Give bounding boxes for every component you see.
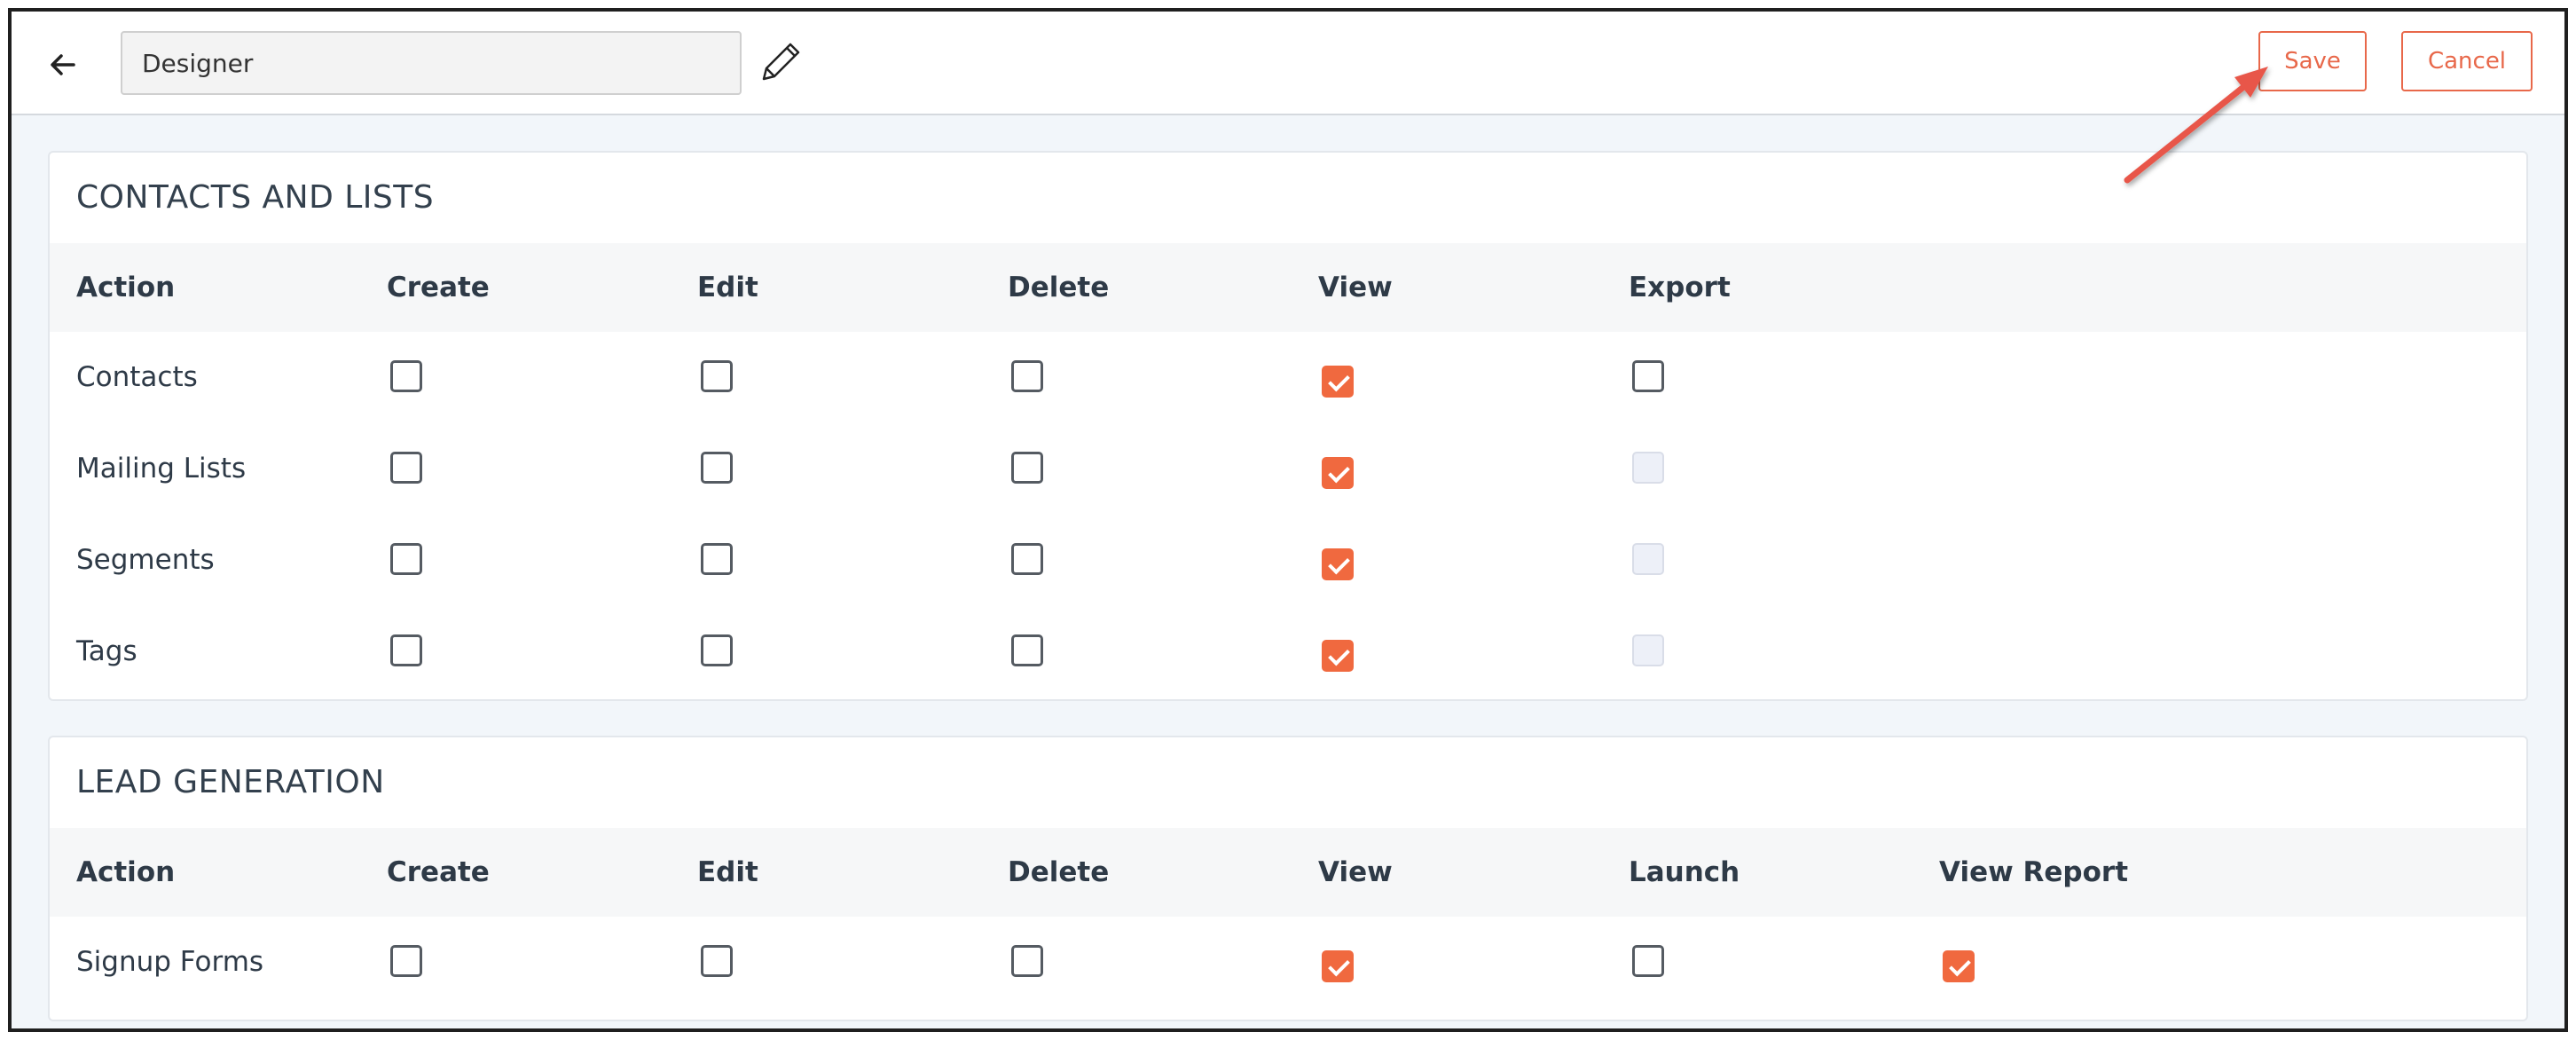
table-row: Segments bbox=[50, 515, 2526, 606]
cancel-button[interactable]: Cancel bbox=[2401, 31, 2533, 91]
contacts-and-lists-panel: CONTACTS AND LISTS Action Create Edit De… bbox=[48, 151, 2528, 701]
column-header-view-report: View Report bbox=[1939, 856, 2129, 888]
checkbox[interactable] bbox=[1632, 360, 1664, 392]
column-header-create: Create bbox=[387, 272, 490, 303]
checkbox[interactable] bbox=[1011, 634, 1043, 666]
checkbox[interactable] bbox=[1011, 452, 1043, 484]
checkbox[interactable] bbox=[390, 634, 422, 666]
column-header-view: View bbox=[1318, 856, 1393, 888]
save-button[interactable]: Save bbox=[2258, 31, 2367, 91]
checkbox[interactable] bbox=[1011, 945, 1043, 977]
checkbox[interactable] bbox=[701, 543, 733, 575]
checkbox[interactable] bbox=[1322, 950, 1354, 982]
column-header-export: Export bbox=[1629, 272, 1731, 303]
lead-generation-panel: LEAD GENERATION Action Create Edit Delet… bbox=[48, 736, 2528, 1021]
checkbox[interactable] bbox=[1011, 543, 1043, 575]
checkbox[interactable] bbox=[390, 452, 422, 484]
top-bar: Save Cancel bbox=[12, 12, 2564, 115]
row-label: Signup Forms bbox=[76, 946, 264, 978]
role-name-input[interactable] bbox=[121, 31, 742, 95]
column-header-view: View bbox=[1318, 272, 1393, 303]
checkbox bbox=[1632, 634, 1664, 666]
column-header-create: Create bbox=[387, 856, 490, 888]
column-header-launch: Launch bbox=[1629, 856, 1740, 888]
table-header-row: Action Create Edit Delete View Launch Vi… bbox=[50, 828, 2526, 917]
column-header-edit: Edit bbox=[697, 272, 758, 303]
column-header-action: Action bbox=[76, 856, 176, 888]
checkbox[interactable] bbox=[1322, 548, 1354, 580]
table-row: Contacts bbox=[50, 332, 2526, 423]
section-title: LEAD GENERATION bbox=[76, 764, 385, 800]
pencil-icon[interactable] bbox=[755, 35, 808, 88]
checkbox[interactable] bbox=[1632, 945, 1664, 977]
column-header-delete: Delete bbox=[1008, 272, 1110, 303]
checkbox[interactable] bbox=[390, 360, 422, 392]
checkbox[interactable] bbox=[1011, 360, 1043, 392]
checkbox[interactable] bbox=[1943, 950, 1975, 982]
table-header-row: Action Create Edit Delete View Export bbox=[50, 243, 2526, 332]
checkbox[interactable] bbox=[390, 945, 422, 977]
column-header-action: Action bbox=[76, 272, 176, 303]
checkbox[interactable] bbox=[1322, 366, 1354, 398]
app-window: Save Cancel CONTACTS AND LISTS Action Cr… bbox=[8, 8, 2568, 1032]
checkbox[interactable] bbox=[701, 360, 733, 392]
checkbox bbox=[1632, 452, 1664, 484]
table-row: Tags bbox=[50, 606, 2526, 697]
row-label: Contacts bbox=[76, 361, 198, 393]
table-row: Mailing Lists bbox=[50, 423, 2526, 515]
row-label: Tags bbox=[76, 635, 137, 667]
checkbox[interactable] bbox=[701, 634, 733, 666]
checkbox[interactable] bbox=[1322, 457, 1354, 489]
row-label: Mailing Lists bbox=[76, 453, 247, 485]
arrow-left-icon[interactable] bbox=[45, 47, 81, 83]
column-header-edit: Edit bbox=[697, 856, 758, 888]
row-label: Segments bbox=[76, 544, 215, 576]
table-row: Signup Forms bbox=[50, 917, 2526, 1008]
checkbox[interactable] bbox=[701, 452, 733, 484]
section-title: CONTACTS AND LISTS bbox=[76, 179, 435, 216]
checkbox[interactable] bbox=[1322, 640, 1354, 672]
checkbox[interactable] bbox=[390, 543, 422, 575]
checkbox bbox=[1632, 543, 1664, 575]
column-header-delete: Delete bbox=[1008, 856, 1110, 888]
checkbox[interactable] bbox=[701, 945, 733, 977]
